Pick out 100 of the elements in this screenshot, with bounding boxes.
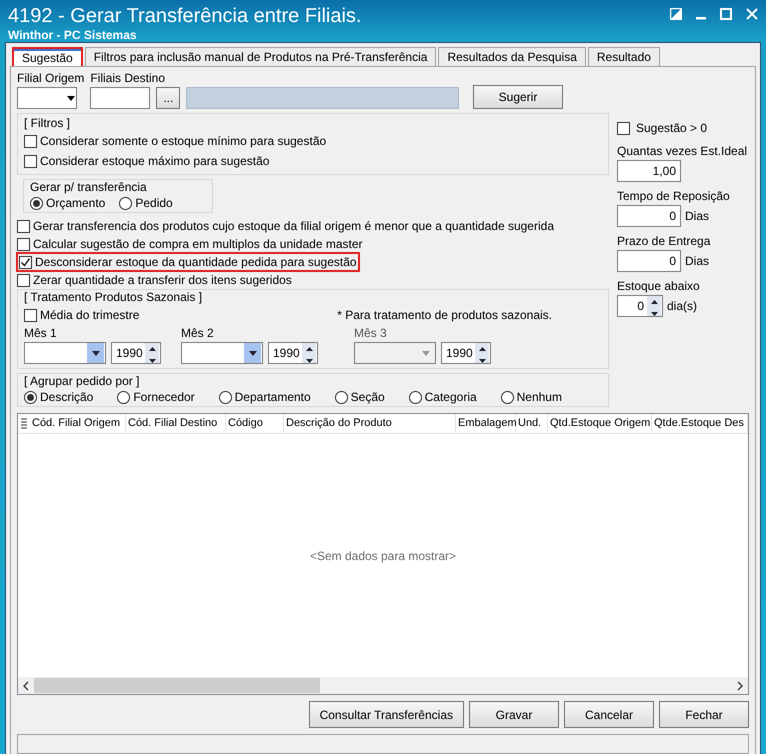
month-dropdown[interactable] bbox=[24, 342, 106, 364]
close-icon[interactable] bbox=[746, 8, 758, 20]
spin-buttons[interactable] bbox=[302, 343, 316, 363]
number-field[interactable]: 1,00 bbox=[617, 160, 681, 182]
radio-label: Categoria bbox=[424, 390, 477, 404]
column-header[interactable]: Cód. Filial Destino bbox=[126, 414, 226, 433]
window-title: 4192 - Gerar Transferência entre Filiais. bbox=[8, 4, 362, 28]
tab[interactable]: Resultados da Pesquisa bbox=[438, 47, 586, 66]
note-text: * Para tratamento de produtos sazonais. bbox=[337, 308, 552, 322]
checkbox-label: Sugestão > 0 bbox=[636, 121, 708, 135]
radio-label: Orçamento bbox=[46, 196, 106, 210]
field-label: Estoque abaixo bbox=[617, 279, 701, 293]
checkbox-label: Considerar somente o estoque mínimo para sugestão bbox=[40, 134, 326, 148]
group-title: [ Agrupar pedido por ] bbox=[24, 374, 140, 388]
checkbox[interactable] bbox=[17, 220, 30, 232]
up-arrow-icon[interactable] bbox=[148, 347, 156, 351]
tab[interactable]: Sugestão bbox=[12, 47, 83, 66]
column-header[interactable]: Qtde.Estoque Des bbox=[652, 414, 748, 433]
down-arrow-icon[interactable] bbox=[650, 312, 658, 316]
destination-branches-field[interactable] bbox=[90, 87, 150, 109]
scroll-right-icon[interactable] bbox=[736, 680, 744, 690]
year-spinner[interactable]: 1990 bbox=[111, 342, 161, 364]
checkbox[interactable] bbox=[17, 238, 30, 250]
column-header[interactable]: Descrição do Produto bbox=[284, 414, 456, 433]
checkbox-label: Zerar quantidade a transferir dos itens sugeridos bbox=[33, 273, 292, 287]
field-label: Quantas vezes Est.Ideal bbox=[617, 144, 748, 158]
checkbox-label: Considerar estoque máximo para sugestão bbox=[40, 154, 270, 168]
field-label: Prazo de Entrega bbox=[617, 234, 712, 248]
radio-label: Departamento bbox=[234, 390, 311, 404]
radio-button[interactable] bbox=[30, 196, 43, 210]
column-header[interactable]: Cód. Filial Origem bbox=[30, 414, 126, 433]
tab[interactable]: Resultado bbox=[588, 47, 660, 66]
radio-button[interactable] bbox=[117, 390, 130, 404]
up-arrow-icon[interactable] bbox=[306, 347, 312, 351]
group-title: [ Filtros ] bbox=[24, 116, 72, 130]
action-button[interactable]: Gravar bbox=[469, 701, 559, 728]
unit-label: Dias bbox=[685, 209, 710, 223]
checkbox[interactable] bbox=[17, 274, 30, 286]
action-button[interactable]: Fechar bbox=[659, 701, 749, 728]
field-label: Mês 2 bbox=[181, 326, 215, 340]
group-title: Gerar p/ transferência bbox=[30, 180, 148, 194]
checkbox[interactable] bbox=[24, 308, 37, 322]
dropdown-arrow-icon bbox=[92, 350, 100, 356]
action-button[interactable]: Consultar Transferências bbox=[308, 701, 464, 728]
field-label: Filial Origem bbox=[17, 71, 84, 85]
empty-message: <Sem dados para mostrar> bbox=[310, 548, 456, 562]
radio-button[interactable] bbox=[500, 390, 514, 404]
up-arrow-icon[interactable] bbox=[650, 300, 658, 304]
dropdown-arrow-icon bbox=[248, 350, 256, 356]
year-spinner[interactable]: 1990 bbox=[268, 342, 318, 364]
restore-icon[interactable] bbox=[670, 8, 682, 20]
number-field[interactable]: 0 bbox=[617, 250, 681, 272]
origin-branch-dropdown[interactable] bbox=[17, 87, 77, 109]
number-spinner[interactable]: 0 bbox=[617, 295, 663, 317]
maximize-icon[interactable] bbox=[720, 8, 732, 20]
radio-button[interactable] bbox=[24, 390, 37, 404]
dropdown-arrow-icon bbox=[422, 350, 430, 356]
spin-buttons[interactable] bbox=[145, 343, 159, 363]
action-button[interactable]: Cancelar bbox=[564, 701, 654, 728]
radio-button[interactable] bbox=[218, 390, 232, 404]
up-arrow-icon[interactable] bbox=[478, 347, 486, 351]
down-arrow-icon[interactable] bbox=[306, 359, 312, 363]
suggest-button[interactable]: Sugerir bbox=[473, 85, 563, 109]
checkbox-label: Calcular sugestão de compra em multiplos da unidade master bbox=[33, 237, 363, 251]
month-dropdown[interactable] bbox=[181, 342, 263, 364]
field-label: Filiais Destino bbox=[90, 71, 166, 85]
unit-label: Dias bbox=[685, 254, 710, 268]
checkbox-label: Desconsiderar estoque da quantidade pedida para sugestão bbox=[35, 255, 357, 269]
down-arrow-icon[interactable] bbox=[148, 359, 156, 363]
spin-buttons[interactable] bbox=[475, 343, 489, 363]
down-arrow-icon[interactable] bbox=[478, 359, 486, 363]
scroll-left-icon[interactable] bbox=[22, 680, 30, 690]
column-header[interactable]: Qtd.Estoque Origem bbox=[548, 414, 652, 433]
window-subtitle: Winthor - PC Sistemas bbox=[8, 28, 138, 42]
radio-label: Seção bbox=[350, 390, 385, 404]
tab[interactable]: Filtros para inclusão manual de Produtos na Pré-Transferência bbox=[84, 47, 436, 66]
checkbox-label: Média do trimestre bbox=[40, 308, 140, 322]
dropdown-arrow-icon bbox=[67, 96, 75, 100]
number-field[interactable]: 0 bbox=[617, 205, 681, 227]
radio-label: Fornecedor bbox=[133, 390, 195, 404]
radio-button[interactable] bbox=[119, 196, 132, 210]
checkbox[interactable] bbox=[617, 122, 630, 134]
group-title: [ Tratamento Produtos Sazonais ] bbox=[24, 290, 204, 304]
spin-buttons[interactable] bbox=[647, 296, 661, 316]
radio-label: Pedido bbox=[135, 196, 173, 210]
radio-button[interactable] bbox=[408, 390, 422, 404]
browse-button[interactable]: ... bbox=[156, 87, 180, 109]
horizontal-scrollbar[interactable] bbox=[18, 677, 748, 694]
radio-label: Nenhum bbox=[516, 390, 562, 404]
field-label: Tempo de Reposição bbox=[617, 189, 731, 203]
checkbox[interactable] bbox=[24, 134, 37, 148]
checkbox[interactable] bbox=[24, 154, 37, 168]
column-header[interactable]: Código bbox=[226, 414, 284, 433]
field-label: Mês 1 bbox=[24, 326, 58, 340]
column-header[interactable]: Embalagem bbox=[456, 414, 516, 433]
checkbox-label: Gerar transferencia dos produtos cujo estoque da filial origem é menor que a quantidade sugerida bbox=[33, 219, 554, 233]
field-label: Mês 3 bbox=[354, 326, 388, 340]
checkbox[interactable] bbox=[19, 256, 32, 268]
column-header[interactable]: Und. bbox=[516, 414, 548, 433]
radio-button[interactable] bbox=[334, 390, 348, 404]
